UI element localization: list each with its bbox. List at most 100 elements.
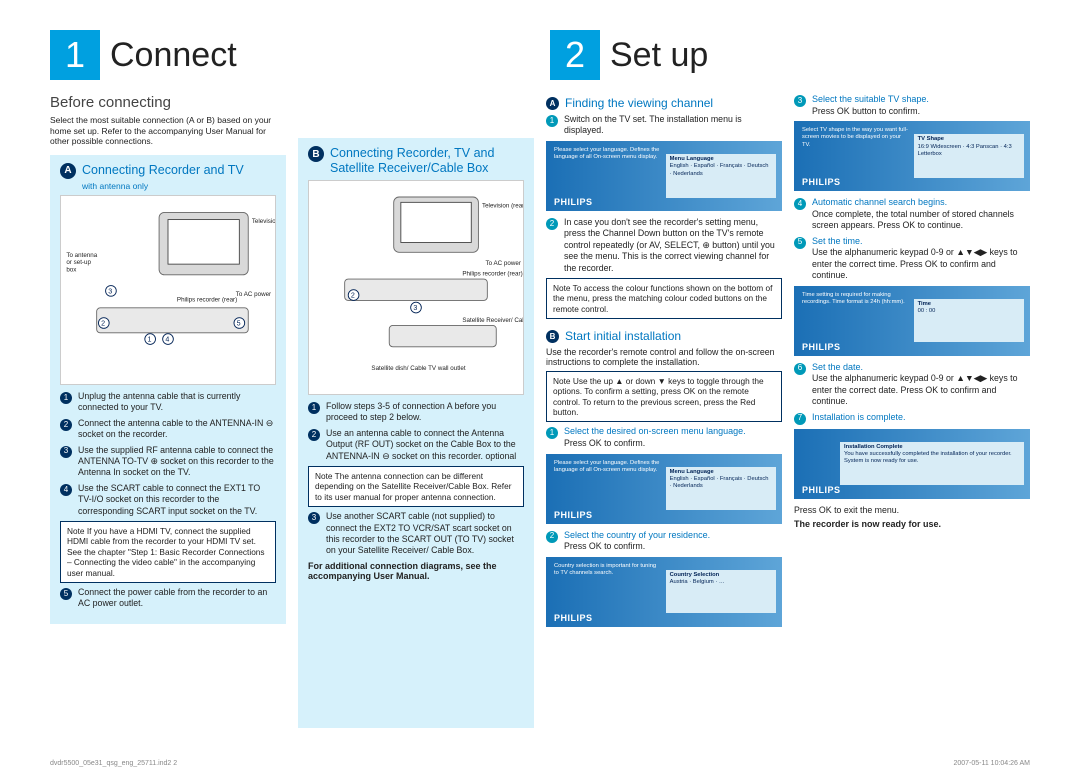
column-connect-a: Before connecting Select the most suitab… <box>50 90 286 736</box>
note-sb: Note Use the up ▲ or down ▼ keys to togg… <box>546 371 782 422</box>
setup-b-letter: B <box>546 330 559 343</box>
step-a3: Use the supplied RF antenna cable to con… <box>78 445 276 479</box>
brand-logo: PHILIPS <box>802 177 841 187</box>
before-connecting-title: Before connecting <box>50 94 286 111</box>
bullet-a3: 3 <box>60 446 72 458</box>
note-sa: Note To access the colour functions show… <box>546 278 782 319</box>
svg-text:Philips recorder (rear): Philips recorder (rear) <box>177 296 237 303</box>
osd-menu-language-2: Please select your language. Defines the… <box>546 454 782 524</box>
osd-time: Time setting is required for making reco… <box>794 286 1030 356</box>
footer-right: 2007-05-11 10:04:26 AM <box>953 760 1030 767</box>
step-a5: Connect the power cable from the recorde… <box>78 587 276 610</box>
step-sb2: Select the country of your residence. Pr… <box>564 530 782 553</box>
bullet-a4: 4 <box>60 484 72 496</box>
panel-connect-a: A Connecting Recorder and TV with antenn… <box>50 155 286 624</box>
column-connect-b: B Connecting Recorder, TV and Satellite … <box>298 90 534 736</box>
step-sa1: Switch on the TV set. The installation m… <box>564 114 782 137</box>
svg-text:box: box <box>66 266 77 273</box>
bullet-s4: 4 <box>794 198 806 210</box>
step-s3: Select the suitable TV shape. Press OK b… <box>812 94 1030 117</box>
setup-b-title: Start initial installation <box>565 329 681 343</box>
step-s7: Installation is complete. <box>812 412 1030 425</box>
step-b1: Follow steps 3-5 of connection A before … <box>326 401 524 424</box>
step-b2: Use an antenna cable to connect the Ante… <box>326 428 524 462</box>
svg-text:2: 2 <box>351 292 355 300</box>
setup-a-title: Finding the viewing channel <box>565 96 713 110</box>
column-setup-right: 3 Select the suitable TV shape. Press OK… <box>794 90 1030 736</box>
panel-a-letter: A <box>60 163 76 179</box>
brand-logo: PHILIPS <box>554 510 593 520</box>
svg-text:Philips recorder (rear): Philips recorder (rear) <box>462 270 522 277</box>
bullet-b3: 3 <box>308 512 320 524</box>
bullet-s6: 6 <box>794 363 806 375</box>
svg-text:Television (rear): Television (rear) <box>252 218 275 225</box>
step-sa2: In case you don't see the recorder's set… <box>564 217 782 274</box>
step-a1: Unplug the antenna cable that is current… <box>78 391 276 414</box>
step-a2: Connect the antenna cable to the ANTENNA… <box>78 418 276 441</box>
diagram-a: Television (rear) Philips recorder (rear… <box>60 195 276 385</box>
step-sb1: Select the desired on-screen menu langua… <box>564 426 782 449</box>
panel-a-title: Connecting Recorder and TV <box>82 163 244 178</box>
panel-b-title: Connecting Recorder, TV and Satellite Re… <box>330 146 524 176</box>
step1-number: 1 <box>50 30 100 80</box>
step-s6: Set the date. Use the alphanumeric keypa… <box>812 362 1030 408</box>
bullet-a2: 2 <box>60 419 72 431</box>
brand-logo: PHILIPS <box>802 485 841 495</box>
svg-text:or set-up: or set-up <box>66 259 91 266</box>
osd-menu-language-1: Please select your language. Defines the… <box>546 141 782 211</box>
step-b3: Use another SCART cable (not supplied) t… <box>326 511 524 557</box>
bullet-s3: 3 <box>794 95 806 107</box>
svg-text:To AC power: To AC power <box>236 291 271 298</box>
bullet-sb2: 2 <box>546 531 558 543</box>
osd-country-selection: Country selection is important for tunin… <box>546 557 782 627</box>
svg-text:3: 3 <box>108 287 112 295</box>
page-headers: 1 Connect 2 Set up <box>50 30 1030 80</box>
osd-tv-shape: Select TV shape in the way you want full… <box>794 121 1030 191</box>
step-a4: Use the SCART cable to connect the EXT1 … <box>78 483 276 517</box>
bullet-s7: 7 <box>794 413 806 425</box>
svg-text:Satellite dish/ Cable TV wall: Satellite dish/ Cable TV wall outlet <box>371 365 465 372</box>
svg-text:3: 3 <box>413 304 417 312</box>
footer-meta: dvdr5500_05e31_qsg_eng_25711.ind2 2 2007… <box>50 760 1030 767</box>
brand-logo: PHILIPS <box>802 342 841 352</box>
svg-text:Satellite Receiver/ Cable Box: Satellite Receiver/ Cable Box (rear) <box>462 317 523 324</box>
brand-logo: PHILIPS <box>554 197 593 207</box>
step2-title: Set up <box>610 36 708 75</box>
panel-a-subtitle: with antenna only <box>82 181 276 191</box>
svg-text:1: 1 <box>147 336 151 344</box>
setup-b-intro: Use the recorder's remote control and fo… <box>546 347 782 367</box>
svg-text:To antenna: To antenna <box>66 252 97 259</box>
osd-installation-complete: Installation CompleteYou have successful… <box>794 429 1030 499</box>
footer-left: dvdr5500_05e31_qsg_eng_25711.ind2 2 <box>50 760 177 767</box>
bullet-sb1: 1 <box>546 427 558 439</box>
note-a: Note If you have a HDMI TV, connect the … <box>60 521 276 583</box>
svg-text:5: 5 <box>237 320 241 328</box>
header-connect: 1 Connect <box>50 30 530 80</box>
column-setup-left: A Finding the viewing channel 1 Switch on… <box>546 90 782 736</box>
step2-number: 2 <box>550 30 600 80</box>
svg-text:To AC power: To AC power <box>486 260 521 267</box>
bullet-b1: 1 <box>308 402 320 414</box>
note-b: Note The antenna connection can be diffe… <box>308 466 524 507</box>
bullet-a5: 5 <box>60 588 72 600</box>
panel-connect-b: B Connecting Recorder, TV and Satellite … <box>298 138 534 728</box>
bullet-sa1: 1 <box>546 115 558 127</box>
svg-text:4: 4 <box>165 336 169 344</box>
step-s5: Set the time. Use the alphanumeric keypa… <box>812 236 1030 282</box>
before-connecting-intro: Select the most suitable connection (A o… <box>50 115 286 147</box>
header-setup: 2 Set up <box>550 30 1030 80</box>
step-s4: Automatic channel search begins. Once co… <box>812 197 1030 232</box>
panel-b-footer: For additional connection diagrams, see … <box>308 561 524 581</box>
panel-b-letter: B <box>308 146 324 162</box>
bullet-sa2: 2 <box>546 218 558 230</box>
bullet-s5: 5 <box>794 237 806 249</box>
exit-line: Press OK to exit the menu. <box>794 505 1030 515</box>
main-columns: Before connecting Select the most suitab… <box>50 90 1030 736</box>
svg-text:2: 2 <box>101 320 105 328</box>
setup-a-letter: A <box>546 97 559 110</box>
ready-line: The recorder is now ready for use. <box>794 519 1030 529</box>
step1-title: Connect <box>110 36 237 75</box>
svg-text:Television (rear): Television (rear) <box>482 203 523 210</box>
bullet-b2: 2 <box>308 429 320 441</box>
bullet-a1: 1 <box>60 392 72 404</box>
